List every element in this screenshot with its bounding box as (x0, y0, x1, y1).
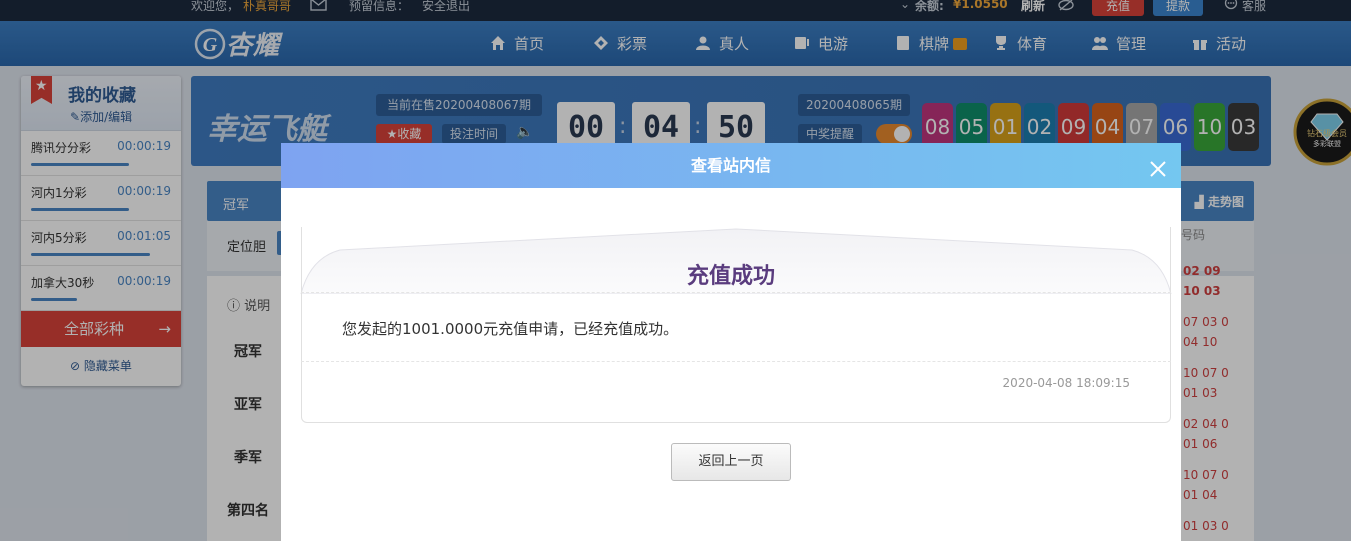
message-title: 充值成功 (686, 264, 775, 289)
back-button[interactable]: 返回上一页 (671, 443, 791, 481)
message-body: 您发起的1001.0000元充值申请，已经充值成功。 (342, 320, 679, 338)
close-icon[interactable] (1147, 152, 1169, 177)
modal-title: 查看站内信 (690, 156, 771, 175)
message-date: 2020-04-08 18:09:15 (1002, 376, 1130, 390)
message-modal: 查看站内信 充值成功 您发起的1001.0000元充值申请，已经充值成功。 20… (281, 143, 1181, 541)
modal-header: 查看站内信 (281, 143, 1181, 188)
